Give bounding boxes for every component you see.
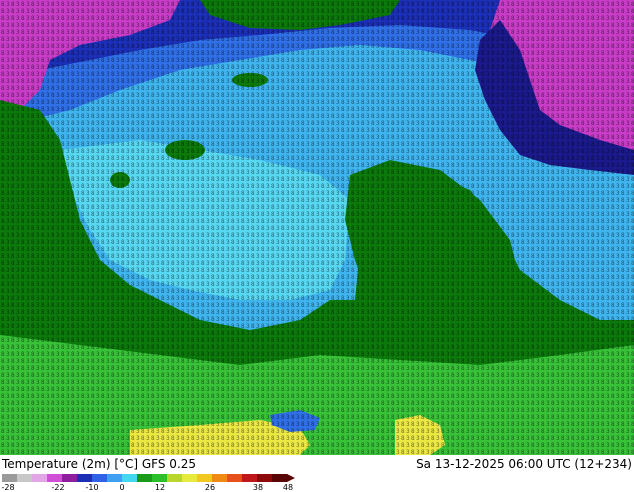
temperature-map: 8 3 (0, 0, 634, 455)
map-footer: Temperature (2m) [°C] GFS 0.25 Sa 13-12-… (0, 455, 634, 492)
colorbar-tick-label: 0 (119, 483, 125, 492)
colorbar-segment (92, 474, 108, 482)
colorbar-segment (137, 474, 153, 482)
colorbar-segment (152, 474, 168, 482)
colorbar-tick-label: 38 (252, 483, 264, 492)
colorbar-segment (2, 474, 18, 482)
colorbar-segment (122, 474, 138, 482)
map-datetime: Sa 13-12-2025 06:00 UTC (12+234) (416, 457, 632, 471)
colorbar-segment (167, 474, 183, 482)
colorbar-tick-label: 48 (282, 483, 294, 492)
colorbar-tick-label: 26 (204, 483, 216, 492)
colorbar-tick-label: -10 (85, 483, 99, 492)
colorbar-segment (32, 474, 48, 482)
colorbar-segment (197, 474, 213, 482)
digit-grid-overlay (0, 0, 634, 455)
colorbar-segment (212, 474, 228, 482)
colorbar-segment (17, 474, 33, 482)
colorbar-segment (227, 474, 243, 482)
colorbar-segment (77, 474, 93, 482)
colorbar-segment (257, 474, 273, 482)
colorbar-tick-label: 12 (154, 483, 166, 492)
colorbar-tick-label: -22 (51, 483, 65, 492)
colorbar-arrow (287, 474, 295, 482)
map-title: Temperature (2m) [°C] GFS 0.25 (2, 457, 197, 471)
colorbar-segment (47, 474, 63, 482)
colorbar-segment (242, 474, 258, 482)
colorbar-segment (272, 474, 288, 482)
colorbar-segment (62, 474, 78, 482)
colorbar-segment (182, 474, 198, 482)
colorbar-tick-label: -28 (1, 483, 15, 492)
colorbar-segment (107, 474, 123, 482)
